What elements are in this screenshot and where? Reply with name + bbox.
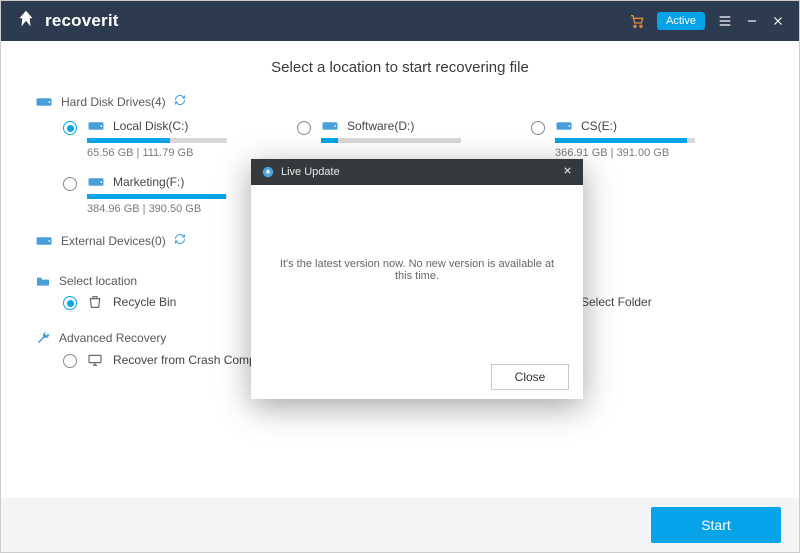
select-folder-label: Select Folder <box>581 295 652 309</box>
disk-icon <box>321 119 339 133</box>
wrench-icon <box>35 330 51 346</box>
modal-title: Live Update <box>281 166 340 178</box>
footer: Start <box>1 498 799 552</box>
drive-icon <box>35 95 53 109</box>
radio-recycle[interactable] <box>63 296 77 310</box>
radio-drive-c[interactable] <box>63 121 77 135</box>
drive-software-d[interactable]: Software(D:) <box>297 115 531 147</box>
folder-icon <box>35 274 51 288</box>
usage-bar <box>87 194 227 199</box>
active-badge[interactable]: Active <box>657 12 705 30</box>
refresh-icon[interactable] <box>174 233 186 248</box>
page-title: Select a location to start recovering fi… <box>35 59 765 76</box>
drive-name: Software(D:) <box>347 119 414 133</box>
drive-stats: 65.56 GB | 111.79 GB <box>87 147 227 159</box>
drive-name: Local Disk(C:) <box>113 119 188 133</box>
drive-cs-e[interactable]: CS(E:) 366.91 GB | 391.00 GB <box>531 115 765 163</box>
modal-close-button[interactable]: Close <box>491 364 569 390</box>
recycle-bin-icon <box>87 294 103 310</box>
minimize-icon[interactable] <box>745 14 759 28</box>
drive-name: Marketing(F:) <box>113 175 184 189</box>
cart-icon[interactable] <box>629 13 645 29</box>
hard-disk-label: Hard Disk Drives(4) <box>61 95 166 109</box>
radio-crash[interactable] <box>63 354 77 368</box>
radio-drive-e[interactable] <box>531 121 545 135</box>
drive-icon <box>35 234 53 248</box>
drive-stats: 384.96 GB | 390.50 GB <box>87 203 227 215</box>
disk-icon <box>87 119 105 133</box>
modal-header: Live Update <box>251 159 583 185</box>
disk-icon <box>87 175 105 189</box>
select-location-label: Select location <box>59 274 137 288</box>
recycle-bin-label: Recycle Bin <box>113 295 176 309</box>
modal-close-icon[interactable] <box>562 165 573 179</box>
advanced-label: Advanced Recovery <box>59 331 166 345</box>
titlebar-right: Active <box>629 12 785 30</box>
usage-bar <box>87 138 227 143</box>
monitor-icon <box>87 353 103 367</box>
live-update-modal: Live Update It's the latest version now.… <box>251 159 583 399</box>
drive-name: CS(E:) <box>581 119 617 133</box>
refresh-icon[interactable] <box>174 94 186 109</box>
usage-bar <box>555 138 695 143</box>
radio-drive-d[interactable] <box>297 121 311 135</box>
hard-disk-section-header: Hard Disk Drives(4) <box>35 94 765 109</box>
update-icon <box>261 165 275 179</box>
drives-row-1: Local Disk(C:) 65.56 GB | 111.79 GB Soft… <box>35 115 765 163</box>
modal-footer: Close <box>251 355 583 399</box>
close-icon[interactable] <box>771 14 785 28</box>
drive-local-c[interactable]: Local Disk(C:) 65.56 GB | 111.79 GB <box>63 115 297 163</box>
usage-bar <box>321 138 461 143</box>
brand: recoverit <box>15 8 119 35</box>
start-button[interactable]: Start <box>651 507 781 543</box>
radio-drive-f[interactable] <box>63 177 77 191</box>
modal-body: It's the latest version now. No new vers… <box>251 185 583 355</box>
modal-message: It's the latest version now. No new vers… <box>271 258 563 282</box>
drive-stats: 366.91 GB | 391.00 GB <box>555 147 695 159</box>
brand-logo-icon <box>15 8 37 35</box>
disk-icon <box>555 119 573 133</box>
menu-icon[interactable] <box>717 13 733 29</box>
external-label: External Devices(0) <box>61 234 166 248</box>
titlebar: recoverit Active <box>1 1 799 41</box>
brand-text: recoverit <box>45 11 119 31</box>
